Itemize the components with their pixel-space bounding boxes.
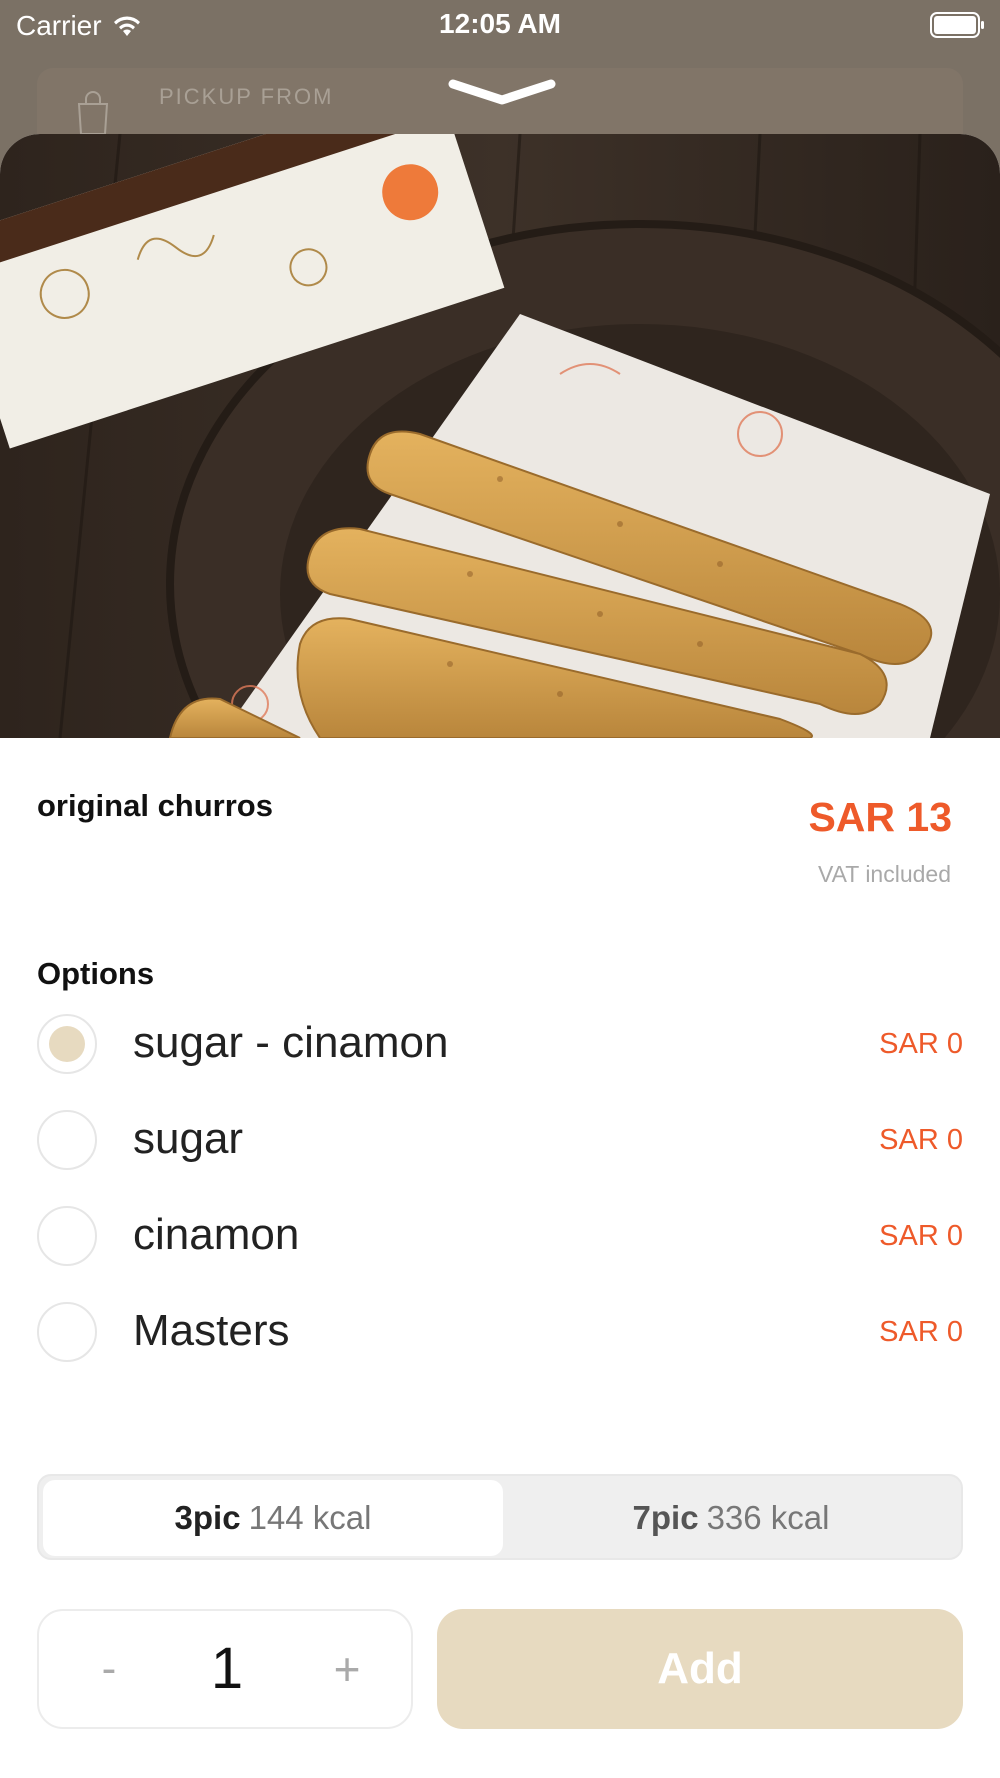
option-price: SAR 0 (879, 1124, 963, 1156)
option-label: sugar (133, 1114, 244, 1163)
size-name: 7pic (632, 1499, 699, 1536)
add-to-cart-button[interactable]: Add (437, 1609, 963, 1729)
options-title: Options (37, 956, 155, 991)
store-icon (73, 90, 113, 136)
status-bar: Carrier 12:05 AM (0, 0, 1000, 52)
chevron-down-icon[interactable] (447, 78, 557, 108)
option-price: SAR 0 (879, 1028, 963, 1060)
radio-button[interactable] (37, 1302, 97, 1362)
decrease-button[interactable]: - (79, 1639, 139, 1699)
size-kcal: 144 kcal (248, 1499, 372, 1536)
option-price: SAR 0 (879, 1316, 963, 1348)
option-label: sugar - cinamon (133, 1018, 449, 1067)
size-option-3pic[interactable]: 3pic 144 kcal (43, 1480, 503, 1556)
option-label: Masters (133, 1306, 290, 1355)
product-sheet: original churros SAR 13 VAT included Opt… (0, 134, 1000, 1778)
product-name: original churros (37, 788, 273, 823)
size-option-7pic[interactable]: 7pic 336 kcal (501, 1480, 961, 1556)
radio-button[interactable] (37, 1206, 97, 1266)
size-selector: 3pic 144 kcal 7pic 336 kcal (37, 1474, 963, 1560)
pickup-label: PICKUP FROM (159, 84, 334, 109)
option-item[interactable]: sugar SAR 0 (37, 1106, 963, 1176)
product-image (0, 134, 1000, 738)
option-item[interactable]: Masters SAR 0 (37, 1298, 963, 1368)
size-kcal: 336 kcal (706, 1499, 830, 1536)
quantity-stepper: - 1 + (37, 1609, 413, 1729)
battery-icon (930, 12, 986, 38)
option-item[interactable]: cinamon SAR 0 (37, 1202, 963, 1272)
increase-button[interactable]: + (317, 1639, 377, 1699)
size-name: 3pic (174, 1499, 241, 1536)
option-label: cinamon (133, 1210, 300, 1259)
radio-button[interactable] (37, 1110, 97, 1170)
product-price: SAR 13 (808, 794, 952, 840)
vat-note: VAT included (818, 861, 951, 887)
radio-button[interactable] (37, 1014, 97, 1074)
option-item[interactable]: sugar - cinamon SAR 0 (37, 1010, 963, 1080)
quantity-value: 1 (210, 1636, 244, 1701)
option-price: SAR 0 (879, 1220, 963, 1252)
status-time: 12:05 AM (439, 8, 561, 39)
